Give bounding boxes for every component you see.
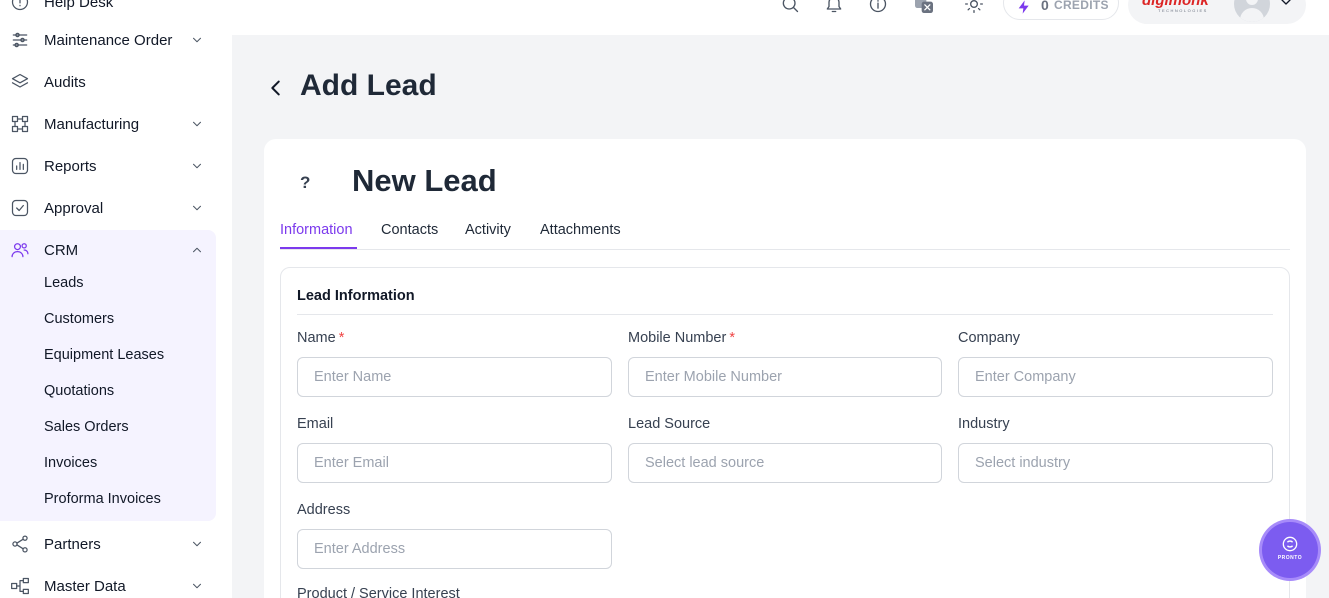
email-input[interactable] <box>297 443 612 483</box>
lightning-icon <box>1016 0 1032 15</box>
sidebar-item-label: Help Desk <box>44 0 114 11</box>
sidebar-item-crm[interactable]: CRM <box>0 232 216 268</box>
sidebar-sub-item-quotations[interactable]: Quotations <box>44 383 114 399</box>
sidebar-item-label: Approval <box>44 199 104 217</box>
address-input[interactable] <box>297 529 612 569</box>
sidebar-item-label: Master Data <box>44 577 126 595</box>
sliders-icon <box>9 29 31 51</box>
brand-subtitle: TECHNOLOGIES <box>1158 8 1208 13</box>
email-label: Email <box>297 416 334 432</box>
name-label: Name * <box>297 330 345 346</box>
info-circle-icon <box>9 0 31 13</box>
tab-information[interactable]: Information <box>280 222 353 238</box>
section-title: Lead Information <box>297 288 415 304</box>
sidebar-item-master-data[interactable]: Master Data <box>0 568 216 598</box>
fab-label: PRONTO <box>1277 555 1303 561</box>
company-input[interactable] <box>958 357 1273 397</box>
sidebar: Help Desk Maintenance Order Audits Manuf… <box>0 0 232 598</box>
sidebar-item-approval[interactable]: Approval <box>0 190 216 226</box>
assistant-fab-button[interactable]: PRONTO <box>1262 522 1318 578</box>
lead-card: ? New Lead Information Contacts Activity… <box>264 139 1306 598</box>
sidebar-item-label: Audits <box>44 73 86 91</box>
sidebar-item-label: Reports <box>44 157 97 175</box>
info-icon[interactable] <box>868 0 890 16</box>
hierarchy-icon <box>9 575 31 597</box>
lead-information-section: Lead Information Name* Mobile Number* Co… <box>280 267 1290 598</box>
sidebar-item-partners[interactable]: Partners <box>0 526 216 562</box>
chevron-down-icon[interactable] <box>190 201 204 215</box>
sidebar-sub-item-equipment-leases[interactable]: Equipment Leases <box>44 347 164 363</box>
name-input[interactable] <box>297 357 612 397</box>
required-marker: * <box>729 330 735 346</box>
sparkle-icon <box>1282 536 1298 552</box>
question-icon: ? <box>300 173 311 192</box>
sidebar-item-audits[interactable]: Audits <box>0 64 216 100</box>
translate-icon[interactable] <box>914 0 936 16</box>
bell-icon[interactable] <box>824 0 846 16</box>
required-marker: * <box>338 330 345 346</box>
product-service-interest-label: Product / Service Interest <box>297 586 460 598</box>
industry-label: Industry <box>958 416 1010 432</box>
sidebar-item-reports[interactable]: Reports <box>0 148 216 184</box>
sidebar-item-label: Maintenance Order <box>44 31 173 49</box>
back-arrow-icon[interactable] <box>265 77 287 99</box>
tab-contacts[interactable]: Contacts <box>381 222 438 238</box>
sidebar-item-label: Partners <box>44 535 101 553</box>
tab-activity[interactable]: Activity <box>465 222 511 238</box>
search-icon[interactable] <box>780 0 802 16</box>
crm-group: Leads Customers Equipment Leases Quotati… <box>0 230 216 521</box>
chevron-down-icon[interactable] <box>190 117 204 131</box>
chevron-down-icon[interactable] <box>190 33 204 47</box>
lead-source-label: Lead Source <box>628 416 711 432</box>
sidebar-item-maintenance-order[interactable]: Maintenance Order <box>0 22 216 58</box>
tabs-divider <box>280 249 1290 250</box>
chevron-down-icon[interactable] <box>190 579 204 593</box>
credits-button[interactable]: 0 CREDITS <box>1003 0 1119 20</box>
sidebar-item-label: Manufacturing <box>44 115 140 133</box>
topbar: 0 CREDITS digimonk TECHNOLOGIES <box>232 0 1329 35</box>
mobile-number-label: Mobile Number * <box>628 330 735 346</box>
check-square-icon <box>9 197 31 219</box>
section-divider <box>297 314 1273 315</box>
profile-menu[interactable]: digimonk TECHNOLOGIES <box>1128 0 1306 24</box>
lead-source-select[interactable]: Select lead source <box>628 443 942 483</box>
sidebar-sub-item-sales-orders[interactable]: Sales Orders <box>44 419 129 435</box>
card-title: New Lead <box>352 163 497 198</box>
sun-icon[interactable] <box>964 0 986 16</box>
credits-count: 0 <box>1041 0 1049 13</box>
sidebar-item-label: CRM <box>44 241 79 259</box>
sidebar-item-help-desk[interactable]: Help Desk <box>0 0 216 20</box>
share-icon <box>9 533 31 555</box>
chevron-down-icon[interactable] <box>190 537 204 551</box>
grid-icon <box>9 113 31 135</box>
address-label: Address <box>297 502 351 518</box>
chevron-down-icon[interactable] <box>190 159 204 173</box>
sidebar-sub-item-invoices[interactable]: Invoices <box>44 455 97 471</box>
sidebar-item-manufacturing[interactable]: Manufacturing <box>0 106 216 142</box>
avatar[interactable] <box>1234 0 1270 22</box>
bar-chart-icon <box>9 155 31 177</box>
industry-select[interactable]: Select industry <box>958 443 1273 483</box>
sidebar-sub-item-customers[interactable]: Customers <box>44 311 114 327</box>
company-label: Company <box>958 330 1021 346</box>
layers-icon <box>9 71 31 93</box>
credits-label: CREDITS <box>1054 0 1109 12</box>
sidebar-sub-item-proforma-invoices[interactable]: Proforma Invoices <box>44 491 161 507</box>
chevron-up-icon[interactable] <box>190 243 204 257</box>
tab-attachments[interactable]: Attachments <box>540 222 621 238</box>
users-icon <box>9 239 31 261</box>
chevron-down-icon[interactable] <box>1278 0 1294 10</box>
active-tab-indicator <box>280 247 357 249</box>
sidebar-sub-item-leads[interactable]: Leads <box>44 275 84 291</box>
mobile-number-input[interactable] <box>628 357 942 397</box>
page-title: Add Lead <box>300 69 437 102</box>
